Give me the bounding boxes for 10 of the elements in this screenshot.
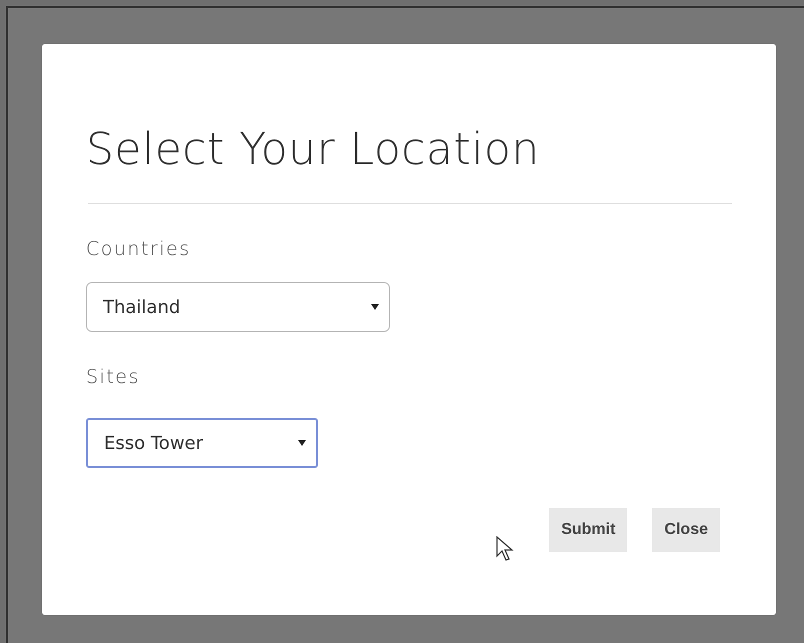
caret-icon [298,440,306,446]
dialog-title: Select Your Location [86,124,540,175]
dialog-button[interactable]: Submit [549,508,628,552]
dropdown[interactable]: Esso Tower [86,418,318,468]
dropdown[interactable]: Thailand [86,282,390,332]
field-label: Countries [86,238,191,260]
caret-icon [371,304,379,310]
mouse-pointer-icon [496,536,514,562]
dialog-button[interactable]: Close [652,508,720,552]
field-label: Sites [86,366,140,388]
